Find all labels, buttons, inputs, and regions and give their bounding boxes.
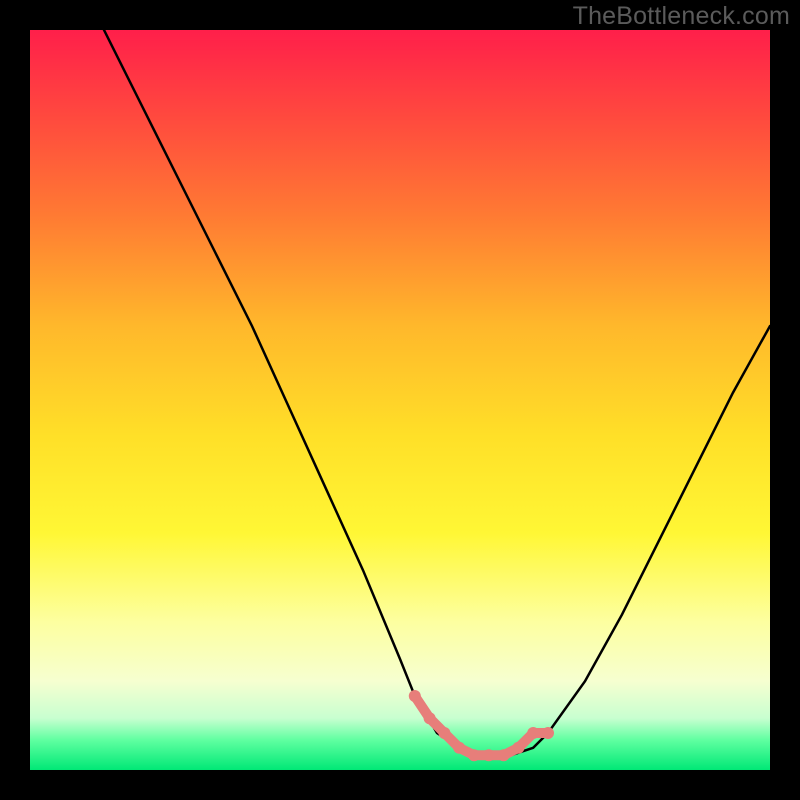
plot-area <box>30 30 770 770</box>
watermark-label: TheBottleneck.com <box>573 2 790 31</box>
marker-dot <box>542 727 554 739</box>
curve-svg <box>30 30 770 770</box>
chart-frame: TheBottleneck.com <box>0 0 800 800</box>
marker-group <box>409 690 554 761</box>
bottleneck-curve <box>104 30 770 755</box>
